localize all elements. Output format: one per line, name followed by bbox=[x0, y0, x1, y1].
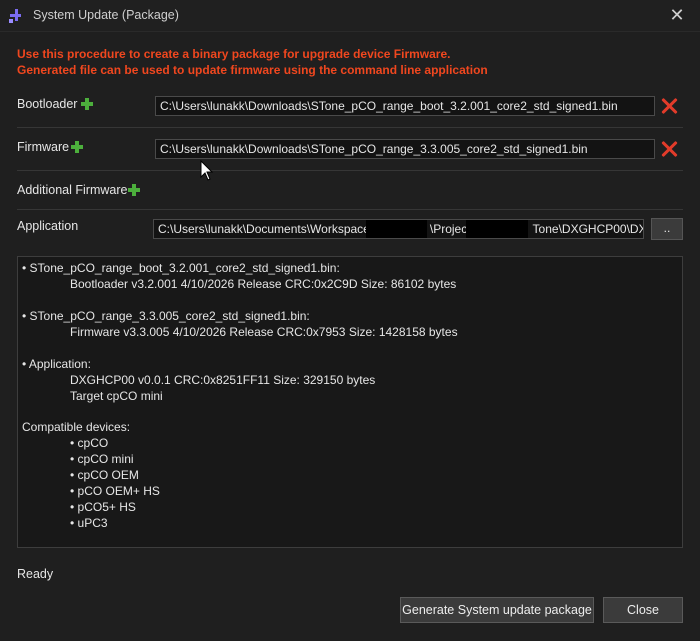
application-label: Application bbox=[17, 219, 79, 233]
info-app-target: Target cpCO mini bbox=[70, 389, 163, 403]
separator bbox=[17, 170, 683, 171]
info-boot-file: • STone_pCO_range_boot_3.2.001_core2_std… bbox=[22, 261, 340, 275]
compatible-device-item: • pCO OEM+ HS bbox=[70, 484, 160, 498]
compatible-device-item: • uPC3 bbox=[70, 516, 108, 530]
info-app-header: • Application: bbox=[22, 357, 91, 371]
redaction-bar bbox=[466, 220, 528, 238]
add-bootloader-icon[interactable] bbox=[81, 98, 93, 110]
app-logo-icon bbox=[9, 9, 21, 23]
compatible-device-item: • cpCO mini bbox=[70, 452, 134, 466]
info-compat-header: Compatible devices: bbox=[22, 420, 131, 434]
compatible-device-item: • pCO5+ HS bbox=[70, 500, 136, 514]
compatible-device-item: • cpCO OEM bbox=[70, 468, 139, 482]
info-app-details: DXGHCP00 v0.0.1 CRC:0x8251FF11 Size: 329… bbox=[70, 373, 376, 387]
add-additional-firmware-icon[interactable] bbox=[128, 184, 140, 196]
close-button[interactable]: Close bbox=[603, 597, 683, 623]
redaction-bar bbox=[366, 220, 427, 238]
application-path-part: C:\Users\lunakk\Documents\Workspace bbox=[158, 222, 370, 236]
firmware-path-field[interactable]: C:\Users\lunakk\Downloads\STone_pCO_rang… bbox=[155, 139, 655, 159]
generate-package-button[interactable]: Generate System update package bbox=[400, 597, 594, 623]
bootloader-path-field[interactable]: C:\Users\lunakk\Downloads\STone_pCO_rang… bbox=[155, 96, 655, 116]
info-fw-details: Firmware v3.3.005 4/10/2026 Release CRC:… bbox=[70, 325, 458, 339]
notice-line-2: Generated file can be used to update fir… bbox=[17, 63, 488, 77]
add-firmware-icon[interactable] bbox=[71, 141, 83, 153]
package-info-panel: • STone_pCO_range_boot_3.2.001_core2_std… bbox=[17, 256, 683, 548]
remove-firmware-icon[interactable] bbox=[661, 140, 679, 158]
compatible-device-item: • cpCO bbox=[70, 436, 109, 450]
application-path-part: Tone\DXGHCP00\DXG bbox=[532, 222, 644, 236]
firmware-label: Firmware bbox=[17, 140, 70, 154]
status-text: Ready bbox=[17, 567, 54, 581]
remove-bootloader-icon[interactable] bbox=[661, 97, 679, 115]
application-path-part: \Project bbox=[429, 222, 471, 236]
additional-firmware-label: Additional Firmware bbox=[17, 183, 128, 197]
title-bar: System Update (Package) ✕ bbox=[0, 0, 700, 32]
info-boot-details: Bootloader v3.2.001 4/10/2026 Release CR… bbox=[70, 277, 457, 291]
window-close-icon[interactable]: ✕ bbox=[665, 4, 689, 26]
window-title: System Update (Package) bbox=[33, 8, 179, 22]
browse-application-button[interactable]: .. bbox=[651, 218, 683, 240]
bootloader-label: Bootloader bbox=[17, 97, 78, 111]
info-fw-file: • STone_pCO_range_3.3.005_core2_std_sign… bbox=[22, 309, 310, 323]
mouse-cursor-icon bbox=[200, 160, 214, 181]
separator bbox=[17, 127, 683, 128]
separator bbox=[17, 209, 683, 210]
notice-line-1: Use this procedure to create a binary pa… bbox=[17, 47, 451, 61]
